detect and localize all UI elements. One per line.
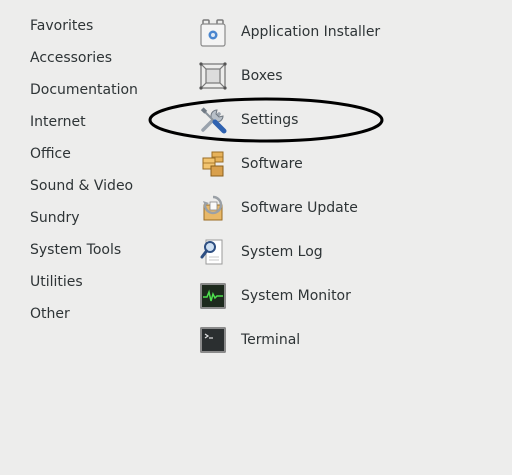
app-item-settings[interactable]: Settings	[196, 98, 506, 142]
software-icon	[196, 147, 230, 181]
app-label: Boxes	[241, 68, 283, 84]
app-label: System Monitor	[241, 288, 351, 304]
category-other[interactable]: Other	[0, 298, 180, 330]
terminal-icon	[196, 323, 230, 357]
app-label: Application Installer	[241, 24, 381, 40]
category-documentation[interactable]: Documentation	[0, 74, 180, 106]
app-label: Software Update	[241, 200, 358, 216]
category-utilities[interactable]: Utilities	[0, 266, 180, 298]
category-sundry[interactable]: Sundry	[0, 202, 180, 234]
app-label: Software	[241, 156, 303, 172]
category-system-tools[interactable]: System Tools	[0, 234, 180, 266]
settings-icon	[196, 103, 230, 137]
category-list: Favorites Accessories Documentation Inte…	[0, 10, 180, 330]
app-item-terminal[interactable]: Terminal	[196, 318, 506, 362]
category-sound-video[interactable]: Sound & Video	[0, 170, 180, 202]
application-installer-icon	[196, 15, 230, 49]
system-monitor-icon	[196, 279, 230, 313]
category-office[interactable]: Office	[0, 138, 180, 170]
app-list: Application Installer Boxes Settings Sof…	[196, 10, 506, 362]
app-label: Terminal	[241, 332, 301, 348]
app-label: System Log	[241, 244, 323, 260]
category-accessories[interactable]: Accessories	[0, 42, 180, 74]
category-favorites[interactable]: Favorites	[0, 10, 180, 42]
app-item-boxes[interactable]: Boxes	[196, 54, 506, 98]
applications-menu: Favorites Accessories Documentation Inte…	[0, 0, 512, 475]
app-item-system-log[interactable]: System Log	[196, 230, 506, 274]
boxes-icon	[196, 59, 230, 93]
app-label: Settings	[241, 112, 299, 128]
app-item-software-update[interactable]: Software Update	[196, 186, 506, 230]
category-internet[interactable]: Internet	[0, 106, 180, 138]
software-update-icon	[196, 191, 230, 225]
app-item-application-installer[interactable]: Application Installer	[196, 10, 506, 54]
app-item-system-monitor[interactable]: System Monitor	[196, 274, 506, 318]
system-log-icon	[196, 235, 230, 269]
app-item-software[interactable]: Software	[196, 142, 506, 186]
